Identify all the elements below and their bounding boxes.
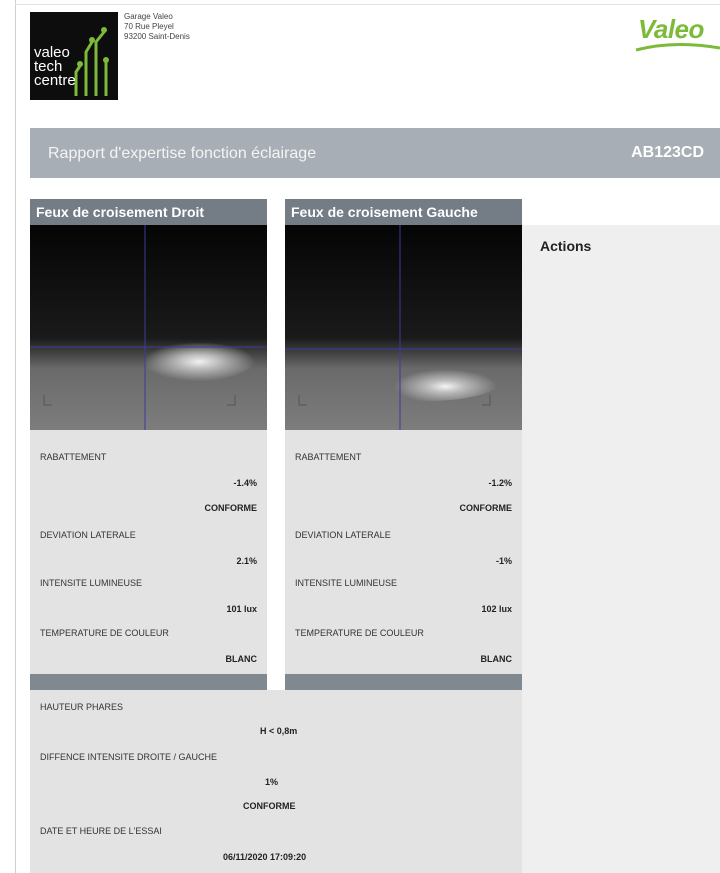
temperature-value: BLANC bbox=[225, 654, 258, 664]
date-value: 06/11/2020 17:09:20 bbox=[223, 852, 307, 862]
rabattement-value: -1.2% bbox=[488, 478, 512, 488]
valeo-brand-logo: Valeo bbox=[634, 14, 720, 62]
valeo-tech-centre-logo: valeo tech centre bbox=[30, 12, 118, 100]
headlight-beam-image-gauche bbox=[285, 225, 522, 430]
difference-label: DIFFENCE INTENSITE DROITE / GAUCHE bbox=[40, 752, 218, 762]
measurements-panel-droit: RABATTEMENT -1.4% CONFORME DEVIATION LAT… bbox=[30, 430, 267, 674]
intensite-value: 101 lux bbox=[226, 604, 257, 614]
page-border-left bbox=[15, 0, 16, 873]
page-border-top bbox=[15, 4, 720, 5]
deviation-label: DEVIATION LATERALE bbox=[295, 530, 391, 540]
brand-wordmark: Valeo bbox=[638, 14, 704, 44]
panel-footer-gauche bbox=[285, 674, 522, 690]
intensite-value: 102 lux bbox=[481, 604, 512, 614]
report-title-bar: Rapport d'expertise fonction éclairage A… bbox=[30, 128, 720, 178]
deviation-label: DEVIATION LATERALE bbox=[40, 530, 136, 540]
address-line: 93200 Saint-Denis bbox=[124, 32, 190, 41]
address-line: 70 Rue Pleyel bbox=[124, 22, 174, 31]
date-label: DATE ET HEURE DE L'ESSAI bbox=[40, 826, 162, 836]
difference-value: 1% bbox=[265, 777, 279, 787]
actions-heading: Actions bbox=[540, 238, 592, 254]
brand-swoosh-icon bbox=[635, 42, 720, 52]
rabattement-label: RABATTEMENT bbox=[295, 452, 362, 462]
hauteur-value: H < 0,8m bbox=[260, 726, 298, 736]
column-header-gauche: Feux de croisement Gauche bbox=[285, 199, 522, 225]
deviation-value: -1% bbox=[495, 556, 512, 566]
rabattement-status: CONFORME bbox=[459, 503, 513, 513]
address-line: Garage Valeo bbox=[124, 12, 173, 21]
summary-panel: HAUTEUR PHARES H < 0,8m DIFFENCE INTENSI… bbox=[30, 690, 522, 873]
temperature-value: BLANC bbox=[480, 654, 513, 664]
temperature-label: TEMPERATURE DE COULEUR bbox=[295, 628, 424, 638]
hauteur-label: HAUTEUR PHARES bbox=[40, 702, 124, 712]
temperature-label: TEMPERATURE DE COULEUR bbox=[40, 628, 169, 638]
garage-address: Garage Valeo 70 Rue Pleyel 93200 Saint-D… bbox=[124, 12, 190, 42]
report-title: Rapport d'expertise fonction éclairage bbox=[48, 145, 317, 162]
license-plate: AB123CD bbox=[631, 144, 704, 161]
measurements-panel-gauche: RABATTEMENT -1.2% CONFORME DEVIATION LAT… bbox=[285, 430, 522, 674]
intensite-label: INTENSITE LUMINEUSE bbox=[295, 578, 398, 588]
column-header-droit: Feux de croisement Droit bbox=[30, 199, 267, 225]
deviation-value: 2.1% bbox=[236, 556, 257, 566]
rabattement-value: -1.4% bbox=[233, 478, 257, 488]
headlight-beam-image-droit bbox=[30, 225, 267, 430]
actions-area: Actions bbox=[522, 225, 720, 873]
panel-footer-droit bbox=[30, 674, 267, 690]
intensite-label: INTENSITE LUMINEUSE bbox=[40, 578, 143, 588]
logo-wordmark: valeo tech centre bbox=[34, 44, 76, 89]
rabattement-status: CONFORME bbox=[204, 503, 258, 513]
difference-status: CONFORME bbox=[243, 801, 296, 811]
rabattement-label: RABATTEMENT bbox=[40, 452, 107, 462]
